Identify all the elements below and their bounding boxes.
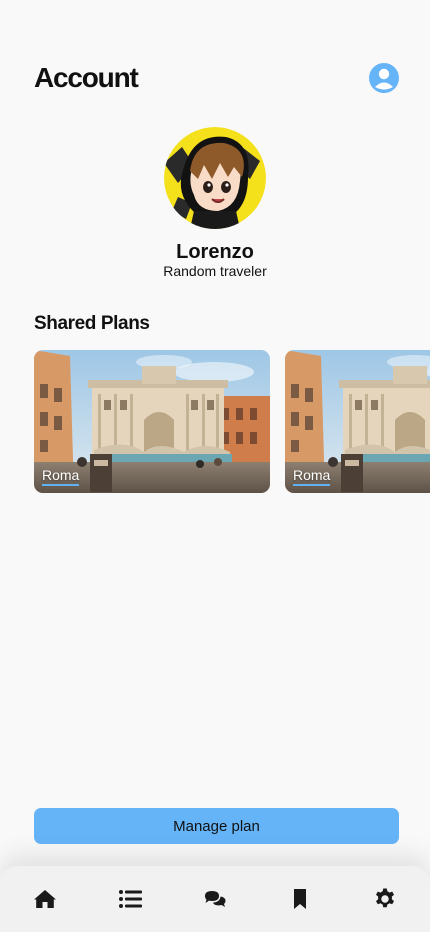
plan-label: Roma (42, 467, 80, 486)
user-circle-icon[interactable] (369, 63, 399, 93)
nav-home[interactable] (26, 880, 64, 918)
manage-plan-button[interactable]: Manage plan (34, 808, 399, 844)
profile-name: Lorenzo (176, 241, 254, 263)
nav-bookmarks[interactable] (281, 880, 319, 918)
home-icon (34, 890, 56, 908)
bottom-navigation (0, 866, 430, 932)
plan-card-roma[interactable]: Roma (285, 350, 430, 493)
plan-label: Roma (293, 467, 331, 486)
header: Account (34, 58, 399, 98)
nav-list[interactable] (111, 880, 149, 918)
plan-card-roma[interactable]: Roma (34, 350, 270, 493)
avatar[interactable] (164, 127, 266, 229)
nav-chat[interactable] (196, 880, 234, 918)
chat-icon (205, 891, 226, 907)
gear-icon (376, 888, 394, 908)
shared-plans-heading: Shared Plans (34, 313, 150, 334)
nav-settings[interactable] (366, 880, 404, 918)
profile-subtitle: Random traveler (163, 263, 267, 279)
page-title: Account (34, 62, 139, 93)
list-icon (119, 890, 142, 908)
bookmark-icon (294, 889, 306, 909)
shared-plans-carousel[interactable]: Roma Roma (34, 350, 430, 493)
profile-section: Lorenzo Random traveler (0, 127, 430, 279)
